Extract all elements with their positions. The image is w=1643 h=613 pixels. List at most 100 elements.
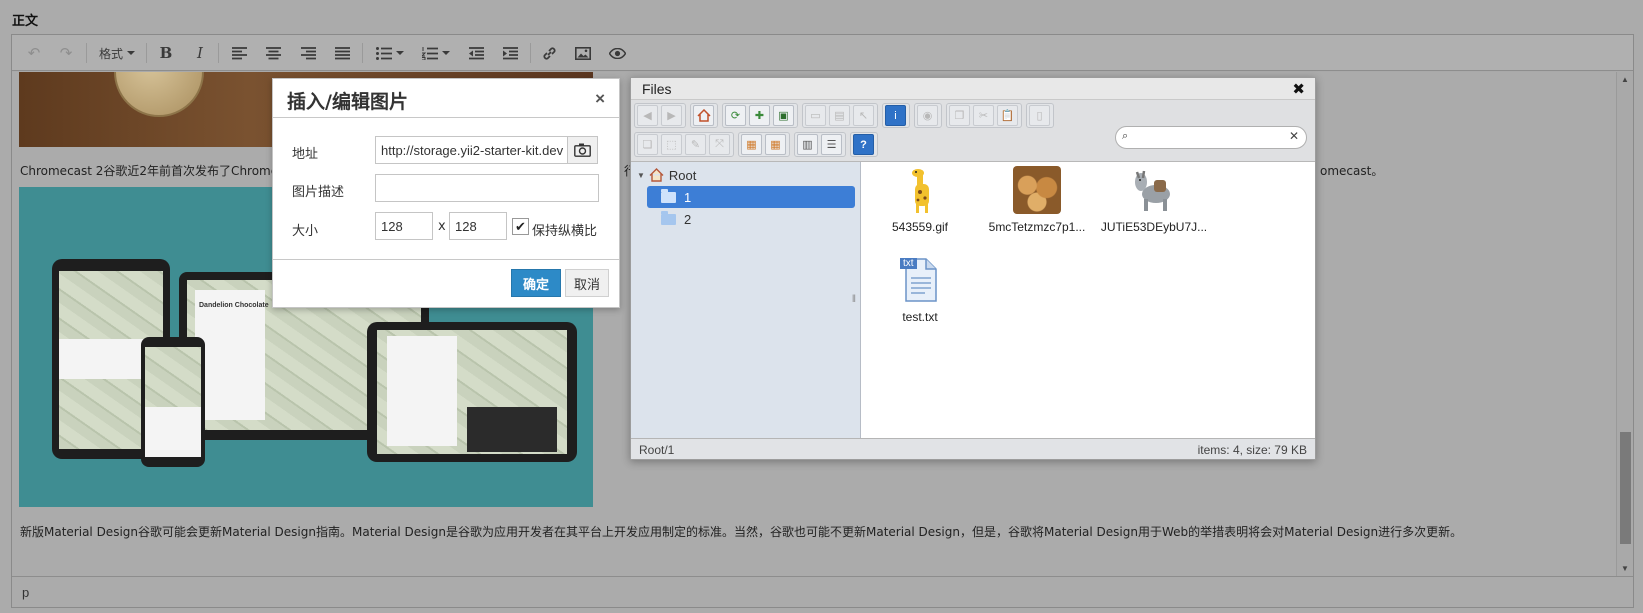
extract-icon[interactable]: ▦ xyxy=(741,134,762,155)
dialog-divider xyxy=(273,117,619,118)
format-dropdown[interactable]: 格式 xyxy=(94,41,140,65)
source-label: 地址 xyxy=(292,147,319,162)
editor-toolbar: ↶ ↷ 格式 B I xyxy=(12,35,1633,71)
delete-icon[interactable]: ▯ xyxy=(1029,105,1050,126)
close-icon[interactable]: ✖ xyxy=(1292,80,1305,98)
align-right-icon[interactable] xyxy=(296,41,320,65)
open-icon[interactable]: ▭ xyxy=(805,105,826,126)
file-grid: 543559.gif 5mcTetzmzc7p1... JUTiE53DEybU… xyxy=(862,162,1315,440)
width-input[interactable]: 128 xyxy=(375,212,433,240)
ok-button[interactable]: 确定 xyxy=(511,269,561,297)
file-manager-window: Files ✖ ◀ ▶ ⟳ ✚ ▣ ▭ ▤ ↖ i ◉ ❐ ✂ 📋 ▯ ⌕ ✕ xyxy=(630,77,1316,460)
image-icon[interactable] xyxy=(571,41,595,65)
tree-item-label: 2 xyxy=(684,211,692,227)
file-item[interactable]: JUTiE53DEybU7J... xyxy=(1096,166,1212,234)
folder-icon xyxy=(661,188,676,203)
toolbar-divider xyxy=(362,43,363,63)
preview-icon[interactable] xyxy=(605,41,629,65)
home-icon xyxy=(649,168,664,182)
help-icon[interactable]: ? xyxy=(853,134,874,155)
outdent-icon[interactable] xyxy=(464,41,488,65)
format-label: 格式 xyxy=(98,46,123,61)
paste-icon[interactable]: 📋 xyxy=(997,105,1018,126)
back-icon[interactable]: ◀ xyxy=(637,105,658,126)
new-file-icon[interactable]: ✚ xyxy=(749,105,770,126)
scroll-down-icon[interactable]: ▼ xyxy=(1621,564,1629,573)
info-icon[interactable]: i xyxy=(885,105,906,126)
copy-icon[interactable]: ❐ xyxy=(949,105,970,126)
icons-view-icon[interactable]: ▥ xyxy=(797,134,818,155)
file-item[interactable]: 5mcTetzmzc7p1... xyxy=(979,166,1095,234)
folder-tree: ▼ Root 1 2 ‖ xyxy=(631,162,861,440)
italic-button[interactable]: I xyxy=(188,41,212,65)
file-name: 543559.gif xyxy=(891,220,949,234)
description-label: 图片描述 xyxy=(292,185,345,200)
file-manager-title: Files xyxy=(642,81,672,97)
align-left-icon[interactable] xyxy=(227,41,251,65)
browse-button[interactable] xyxy=(567,136,598,164)
duplicate-icon[interactable]: ❏ xyxy=(637,134,658,155)
paragraph-chromecast: Chromecast 2谷歌近2年前首次发布了Chromecast xyxy=(20,164,304,178)
items-summary: items: 4, size: 79 KB xyxy=(1197,443,1307,457)
large-tablet-device xyxy=(367,322,577,462)
chevron-down-icon xyxy=(442,51,450,55)
forward-icon[interactable]: ▶ xyxy=(661,105,682,126)
height-input[interactable]: 128 xyxy=(449,212,507,240)
resize-icon[interactable]: ⤧ xyxy=(709,134,730,155)
reload-icon[interactable]: ⟳ xyxy=(725,105,746,126)
dialog-title: 插入/编辑图片 xyxy=(287,91,408,113)
cut-icon[interactable]: ✂ xyxy=(973,105,994,126)
editor-statusbar: p xyxy=(12,576,1633,607)
source-url-input[interactable]: http://storage.yii2-starter-kit.dev xyxy=(375,136,568,164)
bold-button[interactable]: B xyxy=(154,41,178,65)
file-name: 5mcTetzmzc7p1... xyxy=(988,220,1086,234)
align-justify-icon[interactable] xyxy=(330,41,354,65)
rename-icon[interactable]: ✎ xyxy=(685,134,706,155)
file-manager-titlebar: Files ✖ xyxy=(631,78,1315,100)
view-icon[interactable]: ◉ xyxy=(917,105,938,126)
link-icon[interactable] xyxy=(537,41,561,65)
toolbar-divider xyxy=(218,43,219,63)
tree-item-1[interactable]: 1 xyxy=(647,186,855,208)
size-separator: x xyxy=(438,219,446,234)
tree-item-2[interactable]: 2 xyxy=(647,208,855,230)
dialog-divider xyxy=(273,259,619,260)
cancel-button[interactable]: 取消 xyxy=(565,269,609,297)
editor-scrollbar[interactable]: ▲ ▼ xyxy=(1616,72,1633,576)
bullet-list-button[interactable] xyxy=(370,41,410,65)
file-manager-statusbar: Root/1 items: 4, size: 79 KB xyxy=(631,438,1315,459)
search-input[interactable]: ⌕ ✕ xyxy=(1115,126,1307,149)
tree-item-root[interactable]: ▼ Root xyxy=(637,164,845,186)
file-item[interactable]: 543559.gif xyxy=(862,166,978,234)
download-icon[interactable]: ▤ xyxy=(829,105,850,126)
close-icon[interactable]: × xyxy=(595,89,605,109)
numbered-list-button[interactable] xyxy=(416,41,456,65)
scroll-thumb[interactable] xyxy=(1620,432,1631,544)
archive-icon[interactable]: ▦ xyxy=(765,134,786,155)
text-file-icon: txt xyxy=(896,256,944,304)
constrain-label: 保持纵横比 xyxy=(532,224,598,239)
file-manager-toolbar: ◀ ▶ ⟳ ✚ ▣ ▭ ▤ ↖ i ◉ ❐ ✂ 📋 ▯ ⌕ ✕ ❏ ⬚ ✎ ⤧ xyxy=(631,100,1315,162)
align-center-icon[interactable] xyxy=(261,41,285,65)
card-title: Dandelion Chocolate xyxy=(199,302,269,309)
toolbar-divider xyxy=(146,43,147,63)
undo-icon[interactable]: ↶ xyxy=(22,41,46,65)
indent-icon[interactable] xyxy=(498,41,522,65)
current-path: Root/1 xyxy=(639,443,675,457)
clear-search-icon[interactable]: ✕ xyxy=(1289,129,1299,143)
select-all-icon[interactable]: ⬚ xyxy=(661,134,682,155)
file-item[interactable]: txt test.txt xyxy=(862,256,978,324)
redo-icon[interactable]: ↷ xyxy=(54,41,78,65)
element-path[interactable]: p xyxy=(22,585,29,600)
list-view-icon[interactable]: ☰ xyxy=(821,134,842,155)
search-icon: ⌕ xyxy=(1122,130,1129,142)
chevron-down-icon: ▼ xyxy=(637,170,645,180)
constrain-proportions-checkbox[interactable]: ✔ xyxy=(512,218,529,235)
file-type-badge: txt xyxy=(900,258,917,269)
save-icon[interactable]: ▣ xyxy=(773,105,794,126)
scroll-up-icon[interactable]: ▲ xyxy=(1621,75,1629,84)
resize-handle[interactable]: ‖ xyxy=(852,294,856,305)
select-icon[interactable]: ↖ xyxy=(853,105,874,126)
home-icon[interactable] xyxy=(693,105,714,126)
description-input[interactable] xyxy=(375,174,599,202)
